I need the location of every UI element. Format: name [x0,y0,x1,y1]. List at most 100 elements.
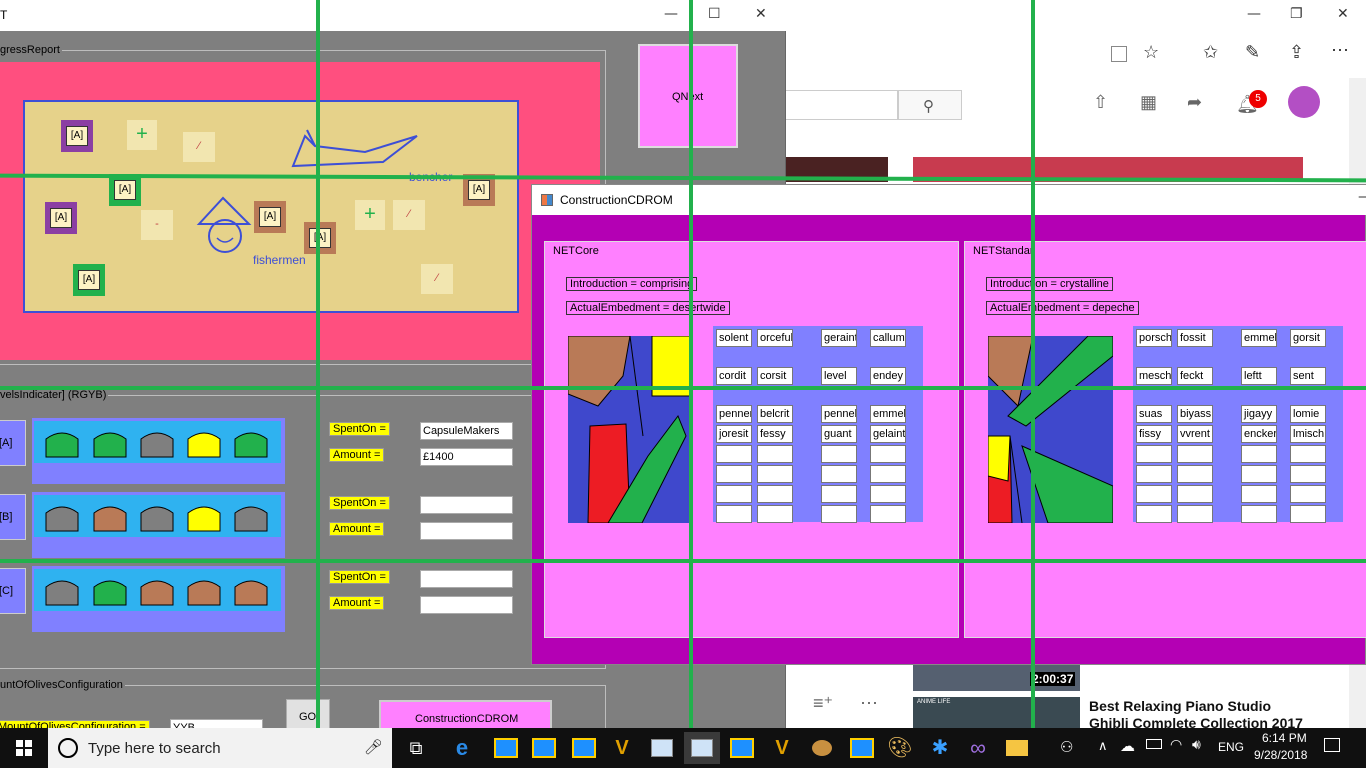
netcore-cell-2-1[interactable]: belcrit [757,405,793,423]
netcore-cell-3-1[interactable]: fessy [757,425,793,443]
tag-a-4[interactable]: [A] [254,201,286,233]
app-icon-5[interactable] [644,732,680,764]
netcore-cell-3-2[interactable]: guant [821,425,857,443]
onedrive-icon[interactable]: ☁ [1120,737,1135,755]
netstandard-cell-1-3[interactable]: sent [1290,367,1326,385]
netstandard-empty-cell[interactable] [1241,445,1277,463]
tag-a-3[interactable]: [A] [73,264,105,296]
app-icon-8[interactable]: V [764,732,800,764]
netcore-cell-2-2[interactable]: pennel [821,405,857,423]
netcore-empty-cell[interactable] [757,505,793,523]
tag-a-5[interactable]: [A] [304,222,336,254]
netstandard-empty-cell[interactable] [1241,505,1277,523]
favorites-hub-icon[interactable]: ✩ [1203,42,1218,63]
paint-icon[interactable]: 🎨︎ [882,732,918,764]
netcore-empty-cell[interactable] [716,505,752,523]
clock-date[interactable]: 9/28/2018 [1254,748,1307,762]
video-title[interactable]: Best Relaxing Piano Studio [1089,698,1271,714]
netcore-empty-cell[interactable] [716,465,752,483]
netcore-cell-0-3[interactable]: callum [870,329,906,347]
pen-icon[interactable]: ✎ [1245,42,1260,63]
netstandard-cell-1-1[interactable]: feckt [1177,367,1213,385]
task-view-icon[interactable]: ⧉ [398,732,434,764]
more-icon[interactable]: ⋯ [1331,40,1349,61]
favorite-star-icon[interactable]: ☆ [1143,42,1159,63]
action-center-icon[interactable] [1324,738,1340,752]
netcore-empty-cell[interactable] [821,465,857,483]
netstandard-cell-2-2[interactable]: jigayy [1241,405,1277,423]
browser-restore-button[interactable]: ❐ [1290,6,1303,22]
wifi-icon[interactable]: ◠ [1170,736,1182,753]
netstandard-cell-0-1[interactable]: fossit [1177,329,1213,347]
cdrom-minimize-button[interactable]: — [1358,189,1366,205]
battery-icon[interactable] [1146,739,1162,749]
app-icon-10[interactable] [844,732,880,764]
netstandard-cell-0-2[interactable]: emmel [1241,329,1277,347]
netstandard-cell-3-0[interactable]: fissy [1136,425,1172,443]
row-c-amount-field[interactable] [420,596,513,614]
video-menu-icon[interactable]: ⋯ [860,693,878,714]
app-icon-9[interactable] [804,732,840,764]
netstandard-empty-cell[interactable] [1290,485,1326,503]
netcore-cell-1-3[interactable]: endey [870,367,906,385]
avatar[interactable] [1288,86,1320,118]
youtube-search-box[interactable] [785,90,898,120]
netcore-empty-cell[interactable] [716,445,752,463]
tag-a-1[interactable]: [A] [61,120,93,152]
netcore-empty-cell[interactable] [757,445,793,463]
taskbar-search-box[interactable]: Type here to search 🎤︎ [48,728,392,768]
visual-studio-icon[interactable]: ∞ [960,732,996,764]
netstandard-empty-cell[interactable] [1241,485,1277,503]
netstandard-empty-cell[interactable] [1290,465,1326,483]
row-b-button[interactable]: [B] [0,494,26,540]
microphone-icon[interactable]: 🎤︎ [364,738,383,756]
language-indicator[interactable]: ENG [1218,740,1244,754]
qnext-button[interactable]: QNext [638,44,738,148]
add-to-queue-icon[interactable]: ≡⁺ [813,693,833,714]
clock-time[interactable]: 6:14 PM [1262,731,1307,745]
row-b-amount-field[interactable] [420,522,513,540]
file-explorer-icon[interactable] [998,732,1034,764]
maximize-button[interactable]: ☐ [708,6,721,22]
tag-a-7[interactable]: [A] [109,174,141,206]
netstandard-cell-1-2[interactable]: leftt [1241,367,1277,385]
netcore-cell-0-2[interactable]: geraint [821,329,857,347]
netstandard-cell-3-2[interactable]: encker [1241,425,1277,443]
row-a-button[interactable]: [A] [0,420,26,466]
netstandard-cell-2-0[interactable]: suas [1136,405,1172,423]
app-icon-4[interactable]: V [604,732,640,764]
netstandard-cell-3-3[interactable]: lmisch [1290,425,1326,443]
row-c-spent-field[interactable] [420,570,513,588]
netcore-cell-1-1[interactable]: corsit [757,367,793,385]
netcore-cell-3-0[interactable]: joresit [716,425,752,443]
netstandard-empty-cell[interactable] [1136,505,1172,523]
messages-icon[interactable]: ➦ [1187,92,1202,113]
netcore-cell-0-0[interactable]: solent [716,329,752,347]
netstandard-empty-cell[interactable] [1136,445,1172,463]
apps-grid-icon[interactable]: ▦ [1140,92,1157,113]
netcore-empty-cell[interactable] [757,485,793,503]
netstandard-empty-cell[interactable] [1290,505,1326,523]
netcore-cell-2-0[interactable]: penner [716,405,752,423]
netstandard-cell-0-0[interactable]: porsch [1136,329,1172,347]
netcore-empty-cell[interactable] [821,505,857,523]
reading-view-icon[interactable] [1111,46,1127,62]
netcore-cell-1-0[interactable]: cordit [716,367,752,385]
upload-icon[interactable]: ⇧ [1093,92,1108,113]
share-icon[interactable]: ⇪ [1289,42,1304,63]
row-a-spent-field[interactable]: CapsuleMakers [420,422,513,440]
netstandard-cell-1-0[interactable]: mesch [1136,367,1172,385]
netcore-cell-1-2[interactable]: level [821,367,857,385]
app-icon-7[interactable] [724,732,760,764]
netcore-empty-cell[interactable] [870,485,906,503]
app-icon-11[interactable]: ✱ [922,732,958,764]
netstandard-cell-0-3[interactable]: gorsit [1290,329,1326,347]
netcore-empty-cell[interactable] [870,505,906,523]
netstandard-empty-cell[interactable] [1177,485,1213,503]
netcore-cell-3-3[interactable]: gelaint [870,425,906,443]
netcore-empty-cell[interactable] [821,485,857,503]
app-icon-3[interactable] [566,732,602,764]
netstandard-cell-3-1[interactable]: vvrent [1177,425,1213,443]
netcore-empty-cell[interactable] [821,445,857,463]
netcore-empty-cell[interactable] [757,465,793,483]
